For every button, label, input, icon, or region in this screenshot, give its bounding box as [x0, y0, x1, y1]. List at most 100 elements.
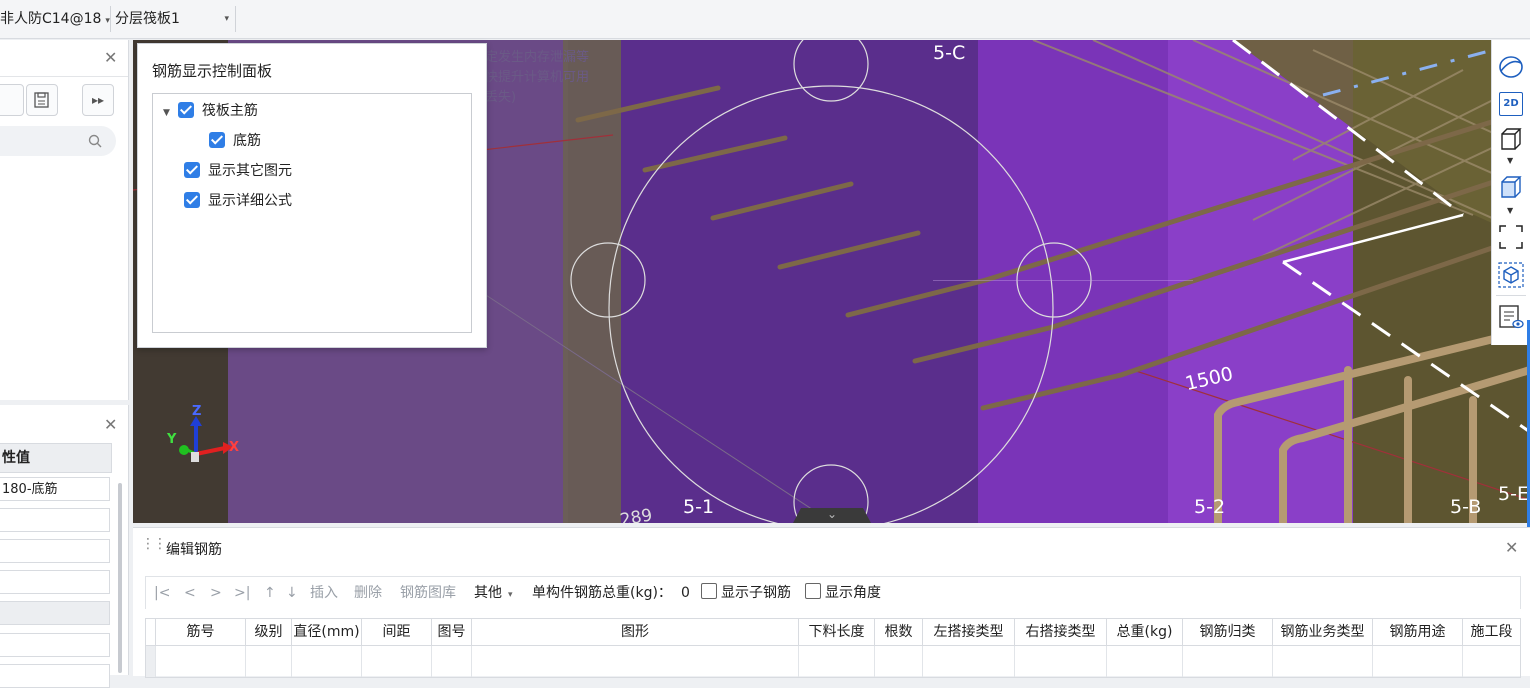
- fullscreen-icon[interactable]: [1498, 224, 1524, 250]
- close-icon[interactable]: ✕: [104, 415, 117, 434]
- column-header[interactable]: 左搭接类型: [923, 619, 1015, 645]
- bottom-bar-checkbox[interactable]: [209, 132, 225, 148]
- scrollbar[interactable]: [118, 483, 122, 673]
- move-up-button[interactable]: ↑: [264, 577, 276, 609]
- property-value-row[interactable]: 180-底筋: [0, 477, 110, 501]
- column-header[interactable]: 施工段: [1463, 619, 1520, 645]
- insert-button[interactable]: 插入: [310, 577, 338, 609]
- show-angle-checkbox[interactable]: [805, 583, 821, 599]
- divider: [110, 6, 111, 32]
- prev-record-button[interactable]: <: [184, 577, 196, 609]
- panel-action-button[interactable]: [0, 84, 24, 116]
- rebar-spec-value: 非人防C14@18: [0, 11, 102, 27]
- table-cell[interactable]: [432, 646, 472, 677]
- rebar-spec-dropdown[interactable]: 非人防C14@18 ▾: [0, 0, 110, 38]
- column-header[interactable]: 筋号: [156, 619, 246, 645]
- tree-item-show-formula[interactable]: 显示详细公式: [184, 190, 292, 212]
- expand-button[interactable]: ▸▸: [82, 84, 114, 116]
- caret-down-icon[interactable]: ▼: [163, 108, 170, 118]
- show-sub-rebar-label: 显示子钢筋: [721, 585, 791, 601]
- move-down-button[interactable]: ↓: [286, 577, 298, 609]
- layer-dropdown[interactable]: 分层筏板1 ▾: [115, 0, 233, 38]
- show-angle-toggle[interactable]: 显示角度: [805, 577, 881, 609]
- chevron-down-icon[interactable]: ▼: [1507, 206, 1513, 215]
- tree-item-bottom-bar[interactable]: 底筋: [209, 130, 261, 152]
- table-cell[interactable]: [362, 646, 432, 677]
- property-value-row[interactable]: [0, 570, 110, 594]
- column-header[interactable]: 钢筋归类: [1183, 619, 1273, 645]
- y-axis-label: Y: [167, 432, 177, 447]
- rebar-table: 筋号 级别 直径(mm) 间距 图号 图形 下料长度 根数 左搭接类型 右搭接类…: [145, 618, 1521, 678]
- last-record-button[interactable]: >|: [234, 577, 250, 609]
- warning-line: 快提升计算机可用: [485, 70, 590, 85]
- save-list-button[interactable]: [26, 84, 58, 116]
- view-2d-icon[interactable]: 2D: [1499, 92, 1523, 116]
- rebar-library-button[interactable]: 钢筋图库: [400, 577, 456, 609]
- table-cell[interactable]: [246, 646, 292, 677]
- tree-item-show-others[interactable]: 显示其它图元: [184, 160, 292, 182]
- delete-button[interactable]: 删除: [354, 577, 382, 609]
- table-cell[interactable]: [1015, 646, 1107, 677]
- warning-line: 定发生内存泄漏等: [485, 50, 590, 65]
- axis-label: 5-2: [1194, 496, 1226, 518]
- display-settings-icon[interactable]: [1498, 304, 1524, 330]
- show-others-checkbox[interactable]: [184, 162, 200, 178]
- edit-rebar-panel: ⋮⋮ 编辑钢筋 ✕ |< < > >| ↑ ↓ 插入 删除 钢筋图库 其他 ▾ 单…: [133, 527, 1530, 678]
- close-icon[interactable]: ✕: [104, 48, 117, 67]
- first-record-button[interactable]: |<: [154, 577, 170, 609]
- show-sub-rebar-toggle[interactable]: 显示子钢筋: [701, 577, 791, 609]
- property-group-row[interactable]: [0, 601, 110, 625]
- next-record-button[interactable]: >: [210, 577, 222, 609]
- other-menu-button[interactable]: 其他 ▾: [474, 577, 513, 611]
- cube-view-icon[interactable]: [1498, 126, 1524, 152]
- column-header[interactable]: 直径(mm): [292, 619, 362, 645]
- table-cell[interactable]: [799, 646, 875, 677]
- column-header[interactable]: 钢筋业务类型: [1273, 619, 1373, 645]
- tree-item-raft-main[interactable]: ▼ 筏板主筋: [163, 100, 258, 122]
- x-axis-label: X: [229, 440, 240, 455]
- show-formula-checkbox[interactable]: [184, 192, 200, 208]
- axis-label: 5-C: [933, 42, 966, 64]
- isolate-icon[interactable]: [1498, 262, 1524, 288]
- chevron-down-icon: ▾: [508, 590, 513, 600]
- column-header[interactable]: 下料长度: [799, 619, 875, 645]
- chevron-down-icon[interactable]: ▼: [1507, 156, 1513, 165]
- property-value-row[interactable]: [0, 508, 110, 532]
- column-header[interactable]: 间距: [362, 619, 432, 645]
- table-cell[interactable]: [1183, 646, 1273, 677]
- table-cell[interactable]: [875, 646, 923, 677]
- close-icon[interactable]: ✕: [1505, 538, 1518, 557]
- property-value-row[interactable]: [0, 633, 110, 657]
- table-cell[interactable]: [472, 646, 799, 677]
- search-icon: [88, 134, 102, 148]
- drag-handle-icon[interactable]: ⋮⋮: [141, 536, 167, 552]
- property-value-row[interactable]: [0, 664, 110, 688]
- property-value-row[interactable]: [0, 539, 110, 563]
- table-cell[interactable]: [1463, 646, 1520, 677]
- tree-item-label: 底筋: [233, 133, 261, 149]
- total-weight-label: 单构件钢筋总重(kg)：: [532, 585, 672, 601]
- table-cell[interactable]: [1373, 646, 1463, 677]
- column-header[interactable]: 右搭接类型: [1015, 619, 1107, 645]
- show-sub-rebar-checkbox[interactable]: [701, 583, 717, 599]
- column-header[interactable]: 图号: [432, 619, 472, 645]
- raft-main-checkbox[interactable]: [177, 102, 194, 118]
- table-cell[interactable]: [292, 646, 362, 677]
- table-cell[interactable]: [923, 646, 1015, 677]
- search-box[interactable]: [0, 126, 116, 156]
- chevron-down-icon: ▾: [224, 14, 229, 24]
- column-header[interactable]: 级别: [246, 619, 292, 645]
- panel-title: 编辑钢筋: [166, 542, 222, 558]
- table-cell[interactable]: [1273, 646, 1373, 677]
- table-cell[interactable]: [156, 646, 246, 677]
- top-bar: 非人防C14@18 ▾ 分层筏板1 ▾: [0, 0, 1530, 39]
- column-header[interactable]: 根数: [875, 619, 923, 645]
- column-header[interactable]: 总重(kg): [1107, 619, 1183, 645]
- column-header[interactable]: 图形: [472, 619, 799, 645]
- table-cell[interactable]: [1107, 646, 1183, 677]
- layer-value: 分层筏板1: [115, 11, 180, 27]
- column-header[interactable]: 钢筋用途: [1373, 619, 1463, 645]
- orbit-icon[interactable]: [1498, 54, 1524, 80]
- cube-solid-icon[interactable]: [1498, 174, 1524, 200]
- row-selector[interactable]: [146, 646, 156, 677]
